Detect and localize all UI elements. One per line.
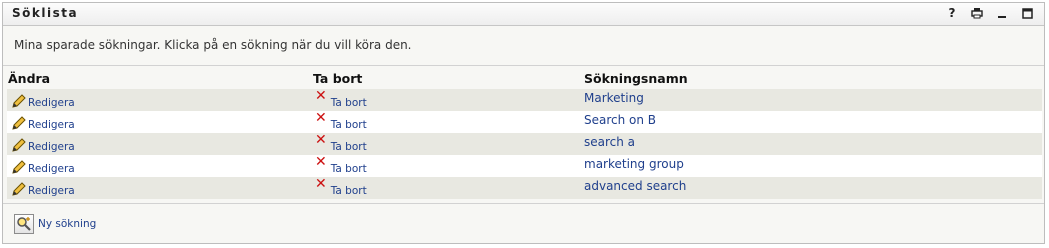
intro-text: Mina sparade sökningar. Klicka på en sök… (14, 38, 412, 52)
pencil-icon (12, 94, 26, 108)
delete-x-icon: ✕ (315, 132, 327, 148)
search-name-link[interactable]: advanced search (584, 179, 686, 193)
saved-searches-portlet: Söklista ? Mina sparade sökningar. Klick… (2, 2, 1045, 244)
delete-x-icon: ✕ (315, 176, 327, 192)
table-header: Ändra Ta bort Sökningsnamn (7, 70, 1042, 88)
search-name-link[interactable]: Search on B (584, 113, 656, 127)
header-delete: Ta bort (313, 71, 363, 86)
help-icon[interactable]: ? (945, 5, 959, 21)
edit-link[interactable]: Redigera (11, 177, 75, 197)
delete-x-icon: ✕ (315, 154, 327, 170)
search-name-link[interactable]: Marketing (584, 91, 644, 105)
search-list: Redigera ✕ Ta bort Marketing Redigera ✕ … (7, 89, 1042, 199)
table-row: Redigera ✕ Ta bort Search on B (7, 111, 1042, 133)
pencil-icon (12, 138, 26, 152)
divider (3, 203, 1044, 204)
delete-x-icon: ✕ (315, 88, 327, 104)
pencil-icon (12, 160, 26, 174)
delete-link[interactable]: ✕ Ta bort (315, 89, 367, 109)
new-search-button[interactable]: Ny sökning (14, 214, 96, 234)
edit-link[interactable]: Redigera (11, 111, 75, 131)
portlet-titlebar: Söklista ? (3, 3, 1044, 26)
portlet-tools: ? (945, 5, 1034, 21)
table-row: Redigera ✕ Ta bort marketing group (7, 155, 1042, 177)
search-name-link[interactable]: marketing group (584, 157, 684, 171)
edit-link[interactable]: Redigera (11, 89, 75, 109)
header-search-name: Sökningsnamn (584, 71, 688, 86)
portlet-title: Söklista (12, 6, 79, 20)
delete-link[interactable]: ✕ Ta bort (315, 177, 367, 197)
delete-x-icon: ✕ (315, 110, 327, 126)
delete-link[interactable]: ✕ Ta bort (315, 111, 367, 131)
table-row: Redigera ✕ Ta bort search a (7, 133, 1042, 155)
minimize-icon[interactable] (995, 5, 1009, 21)
edit-link[interactable]: Redigera (11, 133, 75, 153)
pencil-icon (12, 116, 26, 130)
maximize-icon[interactable] (1020, 5, 1034, 21)
header-edit: Ändra (8, 71, 51, 86)
table-row: Redigera ✕ Ta bort Marketing (7, 89, 1042, 111)
new-search-magnifier-icon (14, 214, 34, 234)
pencil-icon (12, 182, 26, 196)
search-name-link[interactable]: search a (584, 135, 635, 149)
divider (3, 65, 1044, 66)
delete-link[interactable]: ✕ Ta bort (315, 155, 367, 175)
delete-link[interactable]: ✕ Ta bort (315, 133, 367, 153)
table-row: Redigera ✕ Ta bort advanced search (7, 177, 1042, 199)
edit-link[interactable]: Redigera (11, 155, 75, 175)
print-icon[interactable] (970, 5, 984, 21)
